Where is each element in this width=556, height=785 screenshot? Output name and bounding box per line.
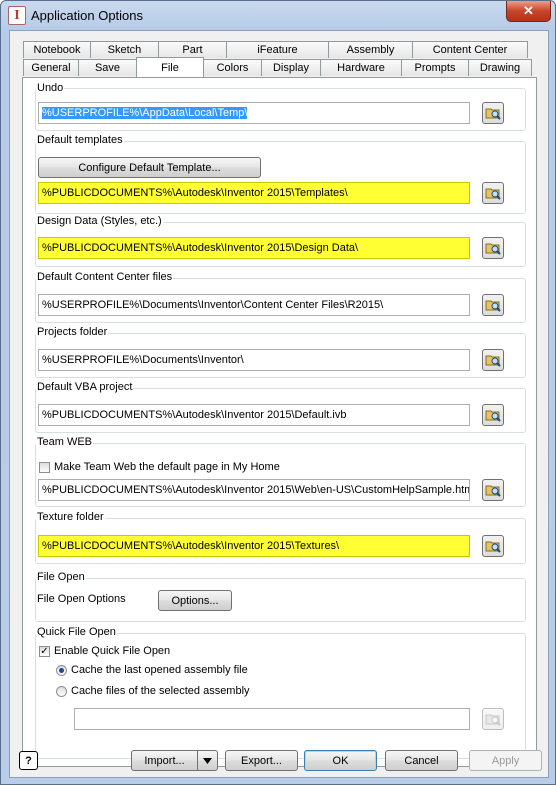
folder-browse-icon bbox=[485, 541, 501, 553]
application-options-window: I Application Options ✕ Notebook Sketch … bbox=[0, 0, 556, 785]
help-button[interactable]: ? bbox=[19, 751, 38, 770]
projects-path-field[interactable]: %USERPROFILE%\Documents\Inventor\ bbox=[38, 349, 470, 371]
vba-browse-button[interactable] bbox=[482, 404, 504, 426]
tab-save[interactable]: Save bbox=[78, 59, 137, 76]
tab-content-center[interactable]: Content Center bbox=[412, 41, 528, 58]
close-button[interactable]: ✕ bbox=[506, 1, 551, 22]
checkmark-icon: ✓ bbox=[40, 645, 49, 657]
enable-quick-open-label: Enable Quick File Open bbox=[54, 645, 171, 657]
folder-browse-icon bbox=[485, 300, 501, 312]
export-button[interactable]: Export... bbox=[225, 750, 298, 771]
tab-ifeature[interactable]: iFeature bbox=[226, 41, 329, 58]
configure-default-template-button[interactable]: Configure Default Template... bbox=[38, 157, 261, 178]
folder-browse-icon bbox=[485, 410, 501, 422]
tab-drawing[interactable]: Drawing bbox=[468, 59, 532, 76]
tab-notebook[interactable]: Notebook bbox=[23, 41, 91, 58]
folder-browse-icon bbox=[485, 243, 501, 255]
close-icon: ✕ bbox=[523, 3, 534, 18]
import-button[interactable]: Import... bbox=[131, 750, 198, 771]
team-web-label: Team WEB bbox=[36, 436, 94, 448]
tab-prompts[interactable]: Prompts bbox=[401, 59, 469, 76]
tab-row-back: Notebook Sketch Part iFeature Assembly C… bbox=[23, 41, 528, 59]
undo-path-field[interactable]: %USERPROFILE%\AppData\Local\Temp\ bbox=[38, 102, 470, 124]
content-center-path-field[interactable]: %USERPROFILE%\Documents\Inventor\Content… bbox=[38, 294, 470, 316]
tab-file[interactable]: File bbox=[136, 57, 204, 77]
file-open-options-button[interactable]: Options... bbox=[158, 590, 232, 611]
team-web-path-field[interactable]: %PUBLICDOCUMENTS%\Autodesk\Inventor 2015… bbox=[38, 479, 470, 501]
undo-browse-button[interactable] bbox=[482, 102, 504, 124]
cache-last-assembly-label: Cache the last opened assembly file bbox=[71, 664, 248, 676]
team-web-checkbox-label: Make Team Web the default page in My Hom… bbox=[54, 461, 280, 473]
dropdown-arrow-icon bbox=[203, 757, 212, 764]
cache-selected-assembly-radio[interactable] bbox=[56, 686, 67, 697]
tab-colors[interactable]: Colors bbox=[203, 59, 262, 76]
help-icon: ? bbox=[25, 754, 32, 767]
undo-path-value: %USERPROFILE%\AppData\Local\Temp\ bbox=[42, 107, 248, 119]
tab-general[interactable]: General bbox=[23, 59, 79, 76]
folder-browse-icon bbox=[485, 108, 501, 120]
inventor-app-icon: I bbox=[8, 6, 26, 25]
cache-last-assembly-radio[interactable] bbox=[56, 665, 67, 676]
texture-path-field[interactable]: %PUBLICDOCUMENTS%\Autodesk\Inventor 2015… bbox=[38, 535, 470, 557]
design-data-browse-button[interactable] bbox=[482, 237, 504, 259]
file-open-label: File Open bbox=[36, 571, 86, 583]
import-dropdown-button[interactable] bbox=[197, 750, 218, 771]
title-bar[interactable]: I Application Options ✕ bbox=[1, 1, 555, 29]
file-open-options-label: File Open Options bbox=[37, 593, 126, 605]
templates-path-value: %PUBLICDOCUMENTS%\Autodesk\Inventor 2015… bbox=[42, 187, 348, 199]
quick-file-open-label: Quick File Open bbox=[36, 626, 117, 638]
undo-label: Undo bbox=[36, 82, 65, 94]
vba-path-value: %PUBLICDOCUMENTS%\Autodesk\Inventor 2015… bbox=[42, 409, 347, 421]
radio-dot-icon bbox=[59, 668, 64, 673]
folder-browse-icon bbox=[485, 485, 501, 497]
quick-open-path-field[interactable] bbox=[74, 708, 470, 730]
folder-browse-icon bbox=[485, 355, 501, 367]
tab-row-front: General Save File Colors Display Hardwar… bbox=[23, 57, 532, 77]
texture-browse-button[interactable] bbox=[482, 535, 504, 557]
vba-label: Default VBA project bbox=[36, 381, 134, 393]
projects-browse-button[interactable] bbox=[482, 349, 504, 371]
default-templates-label: Default templates bbox=[36, 134, 124, 146]
tab-sketch[interactable]: Sketch bbox=[90, 41, 159, 58]
projects-path-value: %USERPROFILE%\Documents\Inventor\ bbox=[42, 354, 244, 366]
tab-assembly[interactable]: Assembly bbox=[328, 41, 413, 58]
vba-path-field[interactable]: %PUBLICDOCUMENTS%\Autodesk\Inventor 2015… bbox=[38, 404, 470, 426]
texture-label: Texture folder bbox=[36, 511, 105, 523]
folder-browse-icon bbox=[485, 188, 501, 200]
dialog-client: Notebook Sketch Part iFeature Assembly C… bbox=[9, 30, 549, 778]
apply-button[interactable]: Apply bbox=[469, 750, 542, 771]
cancel-button[interactable]: Cancel bbox=[385, 750, 458, 771]
cache-selected-assembly-label: Cache files of the selected assembly bbox=[71, 685, 250, 697]
tab-display[interactable]: Display bbox=[261, 59, 321, 76]
team-web-browse-button[interactable] bbox=[482, 479, 504, 501]
content-center-label: Default Content Center files bbox=[36, 271, 174, 283]
tab-hardware[interactable]: Hardware bbox=[320, 59, 402, 76]
team-web-checkbox[interactable] bbox=[39, 462, 50, 473]
window-title: Application Options bbox=[31, 8, 144, 23]
quick-open-browse-button[interactable] bbox=[482, 708, 504, 730]
templates-browse-button[interactable] bbox=[482, 182, 504, 204]
enable-quick-open-checkbox[interactable]: ✓ bbox=[39, 646, 50, 657]
design-data-path-value: %PUBLICDOCUMENTS%\Autodesk\Inventor 2015… bbox=[42, 242, 359, 254]
design-data-label: Design Data (Styles, etc.) bbox=[36, 215, 163, 227]
file-tab-panel: Undo %USERPROFILE%\AppData\Local\Temp\ D… bbox=[22, 77, 537, 767]
content-center-path-value: %USERPROFILE%\Documents\Inventor\Content… bbox=[42, 299, 384, 311]
texture-path-value: %PUBLICDOCUMENTS%\Autodesk\Inventor 2015… bbox=[42, 540, 340, 552]
folder-browse-icon bbox=[485, 714, 501, 726]
tab-part[interactable]: Part bbox=[158, 41, 227, 58]
templates-path-field[interactable]: %PUBLICDOCUMENTS%\Autodesk\Inventor 2015… bbox=[38, 182, 470, 204]
design-data-path-field[interactable]: %PUBLICDOCUMENTS%\Autodesk\Inventor 2015… bbox=[38, 237, 470, 259]
projects-label: Projects folder bbox=[36, 326, 109, 338]
content-center-browse-button[interactable] bbox=[482, 294, 504, 316]
ok-button[interactable]: OK bbox=[304, 750, 377, 771]
team-web-path-value: %PUBLICDOCUMENTS%\Autodesk\Inventor 2015… bbox=[42, 484, 470, 496]
